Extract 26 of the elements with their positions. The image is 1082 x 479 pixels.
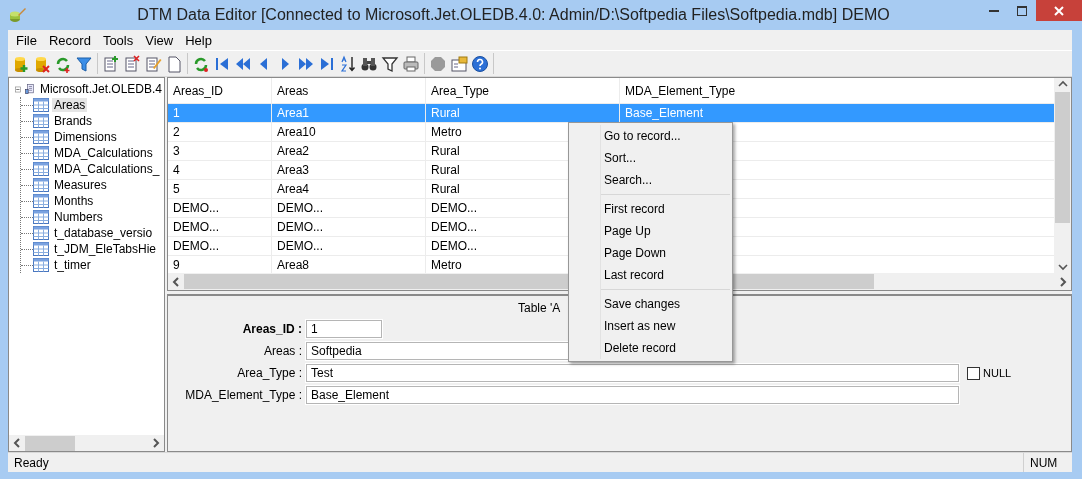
table-cell: Area10 (272, 123, 426, 141)
table-cell: DEMO... (272, 218, 426, 236)
table-cell: DEMO... (272, 237, 426, 255)
status-text: Ready (13, 455, 50, 470)
table-cell: 2 (168, 123, 272, 141)
table-cell: 1 (168, 104, 272, 122)
table-cell: DEMO... (272, 199, 426, 217)
field-label: Areas_ID : (241, 322, 303, 336)
table-cell: 5 (168, 180, 272, 198)
table-cell: DEMO... (168, 199, 272, 217)
table-cell: DEMO... (168, 218, 272, 236)
table-cell: Area4 (272, 180, 426, 198)
panel-caption: Table 'A (518, 301, 561, 316)
table-cell: 4 (168, 161, 272, 179)
table-cell: Area2 (272, 142, 426, 160)
table-cell: Area1 (272, 104, 426, 122)
table-cell: 3 (168, 142, 272, 160)
field-label: Areas : (263, 344, 303, 358)
table-cell-text: Base_Element (624, 105, 705, 122)
table-cell: DEMO... (168, 237, 272, 255)
window-title: DTM Data Editor [Connected to Microsoft.Jet.OLEDB.4.0: Admin/D:\Softpedia Files\Softpedia.mdb] DEMO (136, 6, 891, 24)
table-cell: Area3 (272, 161, 426, 179)
field-label: Area_Type : (236, 366, 303, 380)
checkbox-label: NULL (983, 367, 1012, 379)
field-label: MDA_Element_Type : (184, 388, 303, 402)
status-text: NUM (1023, 453, 1072, 472)
